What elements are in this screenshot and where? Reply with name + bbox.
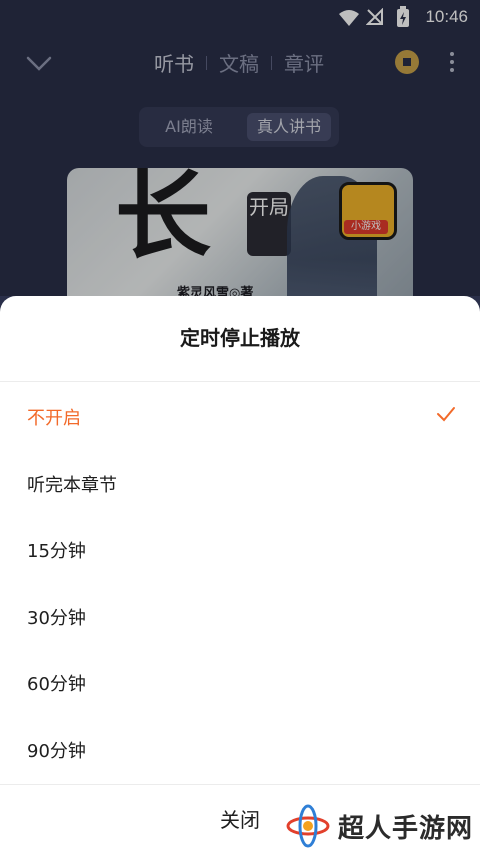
divider bbox=[0, 784, 480, 785]
timer-option-off[interactable]: 不开启 bbox=[0, 382, 480, 449]
option-label: 听完本章节 bbox=[27, 474, 117, 496]
watermark-text: 超人手游网 bbox=[338, 814, 474, 844]
option-label: 15分钟 bbox=[27, 541, 86, 562]
sleep-timer-sheet: 定时停止播放 不开启 听完本章节 15分钟 30分钟 60分钟 90分钟 关闭 bbox=[0, 296, 480, 853]
sheet-title: 定时停止播放 bbox=[180, 326, 300, 350]
timer-option-30[interactable]: 30分钟 bbox=[0, 582, 480, 649]
option-label: 不开启 bbox=[27, 408, 81, 429]
timer-option-end-of-chapter[interactable]: 听完本章节 bbox=[0, 449, 480, 516]
option-label: 60分钟 bbox=[27, 674, 86, 695]
timer-option-15[interactable]: 15分钟 bbox=[0, 515, 480, 582]
option-label: 90分钟 bbox=[27, 740, 86, 762]
option-label: 30分钟 bbox=[27, 607, 86, 629]
close-button[interactable]: 关闭 bbox=[200, 804, 280, 833]
timer-options: 不开启 听完本章节 15分钟 30分钟 60分钟 90分钟 bbox=[0, 382, 480, 781]
watermark-logo-icon bbox=[286, 804, 330, 848]
check-icon bbox=[437, 407, 455, 422]
timer-option-90[interactable]: 90分钟 bbox=[0, 715, 480, 782]
watermark: 超人手游网 bbox=[286, 800, 476, 848]
dim-overlay[interactable] bbox=[0, 0, 480, 296]
timer-option-60[interactable]: 60分钟 bbox=[0, 648, 480, 715]
